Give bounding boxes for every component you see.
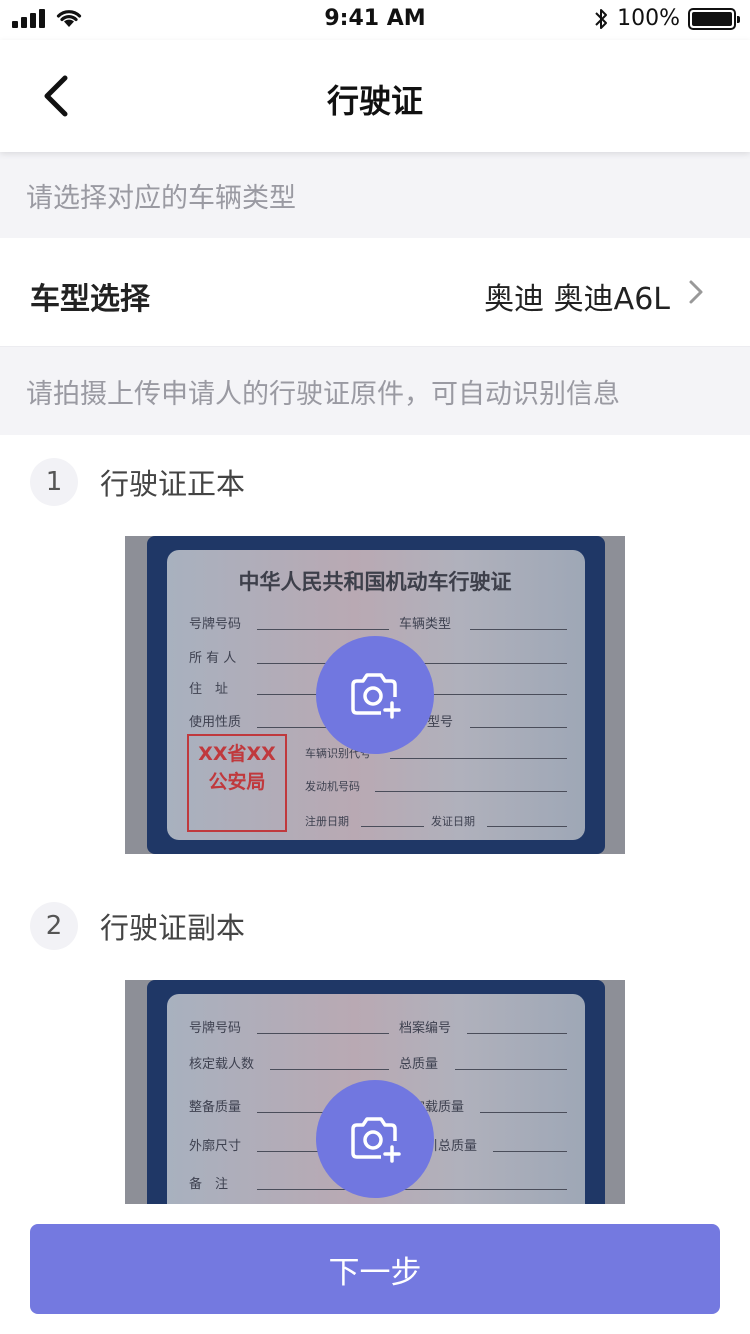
license-front-upload[interactable]: 中华人民共和国机动车行驶证 号牌号码 车辆类型 所 有 人 住 址 使用性质 品… bbox=[125, 536, 625, 854]
license-back-upload[interactable]: 号牌号码 档案编号 核定载人数 总质量 整备质量 核定载质量 外廓尺寸 准牵引总… bbox=[125, 980, 625, 1204]
camera-button[interactable] bbox=[316, 1080, 434, 1198]
card-field: 所 有 人 bbox=[189, 651, 237, 666]
page-title: 行驶证 bbox=[326, 82, 423, 120]
card-field: 使用性质 bbox=[189, 715, 242, 730]
card-field: 整备质量 bbox=[189, 1100, 242, 1115]
upload-hint: 请拍摄上传申请人的行驶证原件，可自动识别信息 bbox=[0, 347, 750, 435]
bluetooth-icon bbox=[595, 8, 608, 29]
card-field: 备 注 bbox=[189, 1177, 229, 1192]
seal-line: XX省XX bbox=[198, 743, 276, 765]
field-line bbox=[361, 826, 424, 827]
vehicle-model-select[interactable]: 车型选择 奥迪 奥迪A6L bbox=[0, 238, 750, 347]
camera-plus-icon bbox=[351, 673, 401, 719]
card-field: 外廓尺寸 bbox=[189, 1139, 242, 1154]
step-label: 行驶证正本 bbox=[100, 467, 246, 501]
step-back: 2 行驶证副本 bbox=[30, 902, 245, 950]
field-line bbox=[470, 727, 567, 728]
step-number: 2 bbox=[30, 902, 78, 950]
step-label: 行驶证副本 bbox=[100, 911, 246, 945]
next-step-button[interactable]: 下一步 bbox=[30, 1224, 720, 1314]
field-line bbox=[455, 1069, 567, 1070]
step-number: 1 bbox=[30, 458, 78, 506]
vehicle-model-label: 车型选择 bbox=[30, 282, 150, 317]
field-line bbox=[470, 629, 567, 630]
field-line bbox=[467, 1033, 567, 1034]
police-seal: XX省XX 公安局 bbox=[187, 734, 287, 832]
status-bar: 9:41 AM 100% bbox=[0, 0, 750, 40]
field-line bbox=[493, 1151, 567, 1152]
field-line bbox=[257, 629, 389, 630]
field-line bbox=[257, 1189, 567, 1190]
card-field: 发动机号码 bbox=[305, 780, 360, 793]
seal-line: 公安局 bbox=[208, 771, 266, 793]
field-line bbox=[375, 791, 567, 792]
battery-icon bbox=[688, 7, 740, 30]
field-line bbox=[487, 826, 567, 827]
camera-button[interactable] bbox=[316, 636, 434, 754]
battery-percent: 100% bbox=[617, 6, 680, 31]
field-line bbox=[480, 1112, 567, 1113]
card-field: 注册日期 bbox=[305, 815, 349, 828]
card-field: 总质量 bbox=[399, 1057, 439, 1072]
vehicle-type-hint: 请选择对应的车辆类型 bbox=[0, 152, 750, 238]
step-front: 1 行驶证正本 bbox=[30, 458, 245, 506]
status-right: 100% bbox=[593, 6, 740, 31]
card-field: 发证日期 bbox=[431, 815, 475, 828]
navigation-bar: 行驶证 bbox=[0, 40, 750, 152]
field-line bbox=[270, 1069, 389, 1070]
vehicle-model-value: 奥迪 奥迪A6L bbox=[484, 282, 670, 317]
card-field: 住 址 bbox=[189, 682, 229, 697]
camera-plus-icon bbox=[351, 1117, 401, 1163]
field-line bbox=[257, 1033, 389, 1034]
card-field: 号牌号码 bbox=[189, 1021, 242, 1036]
chevron-right-icon bbox=[689, 280, 703, 304]
field-line bbox=[390, 758, 567, 759]
card-title: 中华人民共和国机动车行驶证 bbox=[238, 570, 512, 594]
card-field: 档案编号 bbox=[399, 1021, 452, 1036]
card-field: 号牌号码 bbox=[189, 617, 242, 632]
card-field: 核定载人数 bbox=[189, 1057, 255, 1072]
card-field: 车辆类型 bbox=[399, 617, 452, 632]
